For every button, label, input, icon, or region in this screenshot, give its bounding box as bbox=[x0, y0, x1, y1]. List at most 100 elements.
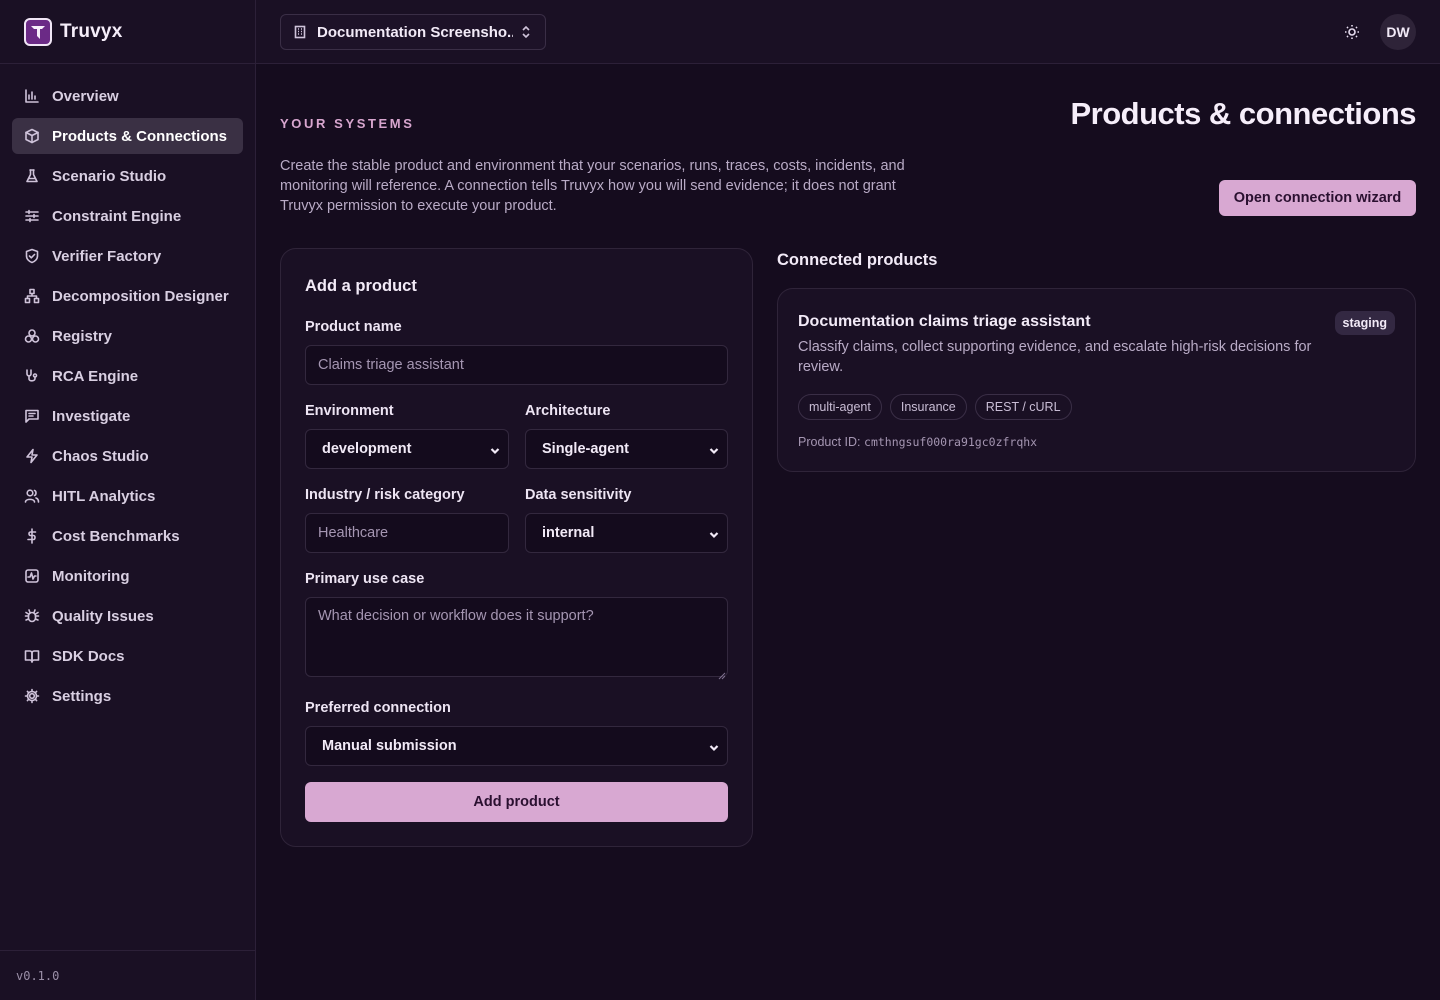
sidebar-item-label: Products & Connections bbox=[52, 127, 228, 145]
brand[interactable]: Truvyx bbox=[0, 0, 255, 64]
flask-icon bbox=[24, 168, 40, 184]
building-icon bbox=[294, 25, 306, 39]
dollar-icon bbox=[24, 528, 40, 544]
preferred-connection-value: Manual submission bbox=[322, 738, 457, 754]
book-icon bbox=[24, 648, 40, 664]
bug-icon bbox=[24, 608, 40, 624]
sidebar-item-label: Settings bbox=[52, 687, 112, 705]
sidebar-item-rca-engine[interactable]: RCA Engine bbox=[12, 358, 243, 394]
sidebar-item-label: Monitoring bbox=[52, 567, 130, 585]
boxes-icon bbox=[24, 328, 40, 344]
sidebar-item-products-connections[interactable]: Products & Connections bbox=[12, 118, 243, 154]
sidebar-item-verifier-factory[interactable]: Verifier Factory bbox=[12, 238, 243, 274]
environment-select[interactable]: development bbox=[305, 429, 509, 469]
product-description: Classify claims, collect supporting evid… bbox=[798, 339, 1312, 375]
chevron-up-down-icon bbox=[522, 25, 530, 39]
shield-check-icon bbox=[24, 248, 40, 264]
industry-input[interactable] bbox=[305, 513, 509, 553]
sidebar-item-hitl-analytics[interactable]: HITL Analytics bbox=[12, 478, 243, 514]
bar-chart-icon bbox=[24, 88, 40, 104]
workspace-name: Documentation Screensho... bbox=[317, 23, 513, 41]
environment-label: Environment bbox=[305, 403, 394, 419]
resize-grip-icon[interactable] bbox=[718, 667, 726, 680]
sidebar-item-decomposition-designer[interactable]: Decomposition Designer bbox=[12, 278, 243, 314]
primary-use-case-textarea[interactable] bbox=[305, 597, 728, 677]
chevron-down-icon bbox=[709, 528, 719, 539]
chevron-down-icon bbox=[709, 741, 719, 752]
chevron-down-icon bbox=[490, 444, 500, 455]
architecture-value: Single-agent bbox=[542, 441, 630, 457]
sidebar-item-label: Constraint Engine bbox=[52, 207, 182, 225]
sidebar-nav: Overview Products & Connections Scenario… bbox=[0, 64, 255, 714]
sidebar-item-label: Chaos Studio bbox=[52, 447, 149, 465]
sidebar-item-label: SDK Docs bbox=[52, 647, 125, 665]
product-id: Product ID: cmthngsuf000ra91gc0zfrqhx bbox=[798, 435, 1037, 449]
workspace-switcher[interactable]: Documentation Screensho... bbox=[280, 14, 546, 50]
product-name-input[interactable] bbox=[305, 345, 728, 385]
sidebar-item-quality-issues[interactable]: Quality Issues bbox=[12, 598, 243, 634]
sidebar-item-label: Verifier Factory bbox=[52, 247, 162, 265]
hierarchy-icon bbox=[24, 288, 40, 304]
data-sensitivity-select[interactable]: internal bbox=[525, 513, 728, 553]
page-title: Products & connections bbox=[1070, 96, 1416, 131]
sidebar-item-label: RCA Engine bbox=[52, 367, 139, 385]
sidebar-item-settings[interactable]: Settings bbox=[12, 678, 243, 714]
brand-name: Truvyx bbox=[60, 20, 123, 42]
truvyx-logo-icon bbox=[24, 17, 52, 46]
tag-industry: Insurance bbox=[889, 394, 967, 420]
sidebar-item-investigate[interactable]: Investigate bbox=[12, 398, 243, 434]
page-description: Create the stable product and environmen… bbox=[280, 158, 905, 214]
sidebar-item-registry[interactable]: Registry bbox=[12, 318, 243, 354]
data-sensitivity-value: internal bbox=[542, 525, 595, 541]
user-avatar[interactable]: DW bbox=[1380, 14, 1416, 50]
add-product-button[interactable]: Add product bbox=[305, 782, 728, 822]
message-icon bbox=[24, 408, 40, 424]
tag-connection: REST / cURL bbox=[974, 394, 1072, 420]
sidebar-item-overview[interactable]: Overview bbox=[12, 78, 243, 114]
data-sensitivity-label: Data sensitivity bbox=[525, 487, 632, 503]
sidebar-item-cost-benchmarks[interactable]: Cost Benchmarks bbox=[12, 518, 243, 554]
product-id-value: cmthngsuf000ra91gc0zfrqhx bbox=[864, 435, 1038, 449]
chevron-down-icon bbox=[709, 444, 719, 455]
top-bar: Documentation Screensho... DW bbox=[256, 0, 1440, 64]
activity-icon bbox=[24, 568, 40, 584]
sidebar-item-monitoring[interactable]: Monitoring bbox=[12, 558, 243, 594]
sidebar-item-constraint-engine[interactable]: Constraint Engine bbox=[12, 198, 243, 234]
sidebar-item-label: Quality Issues bbox=[52, 607, 154, 625]
theme-toggle-button[interactable] bbox=[1342, 22, 1362, 42]
sidebar-item-label: Overview bbox=[52, 87, 119, 105]
product-name: Documentation claims triage assistant bbox=[798, 313, 1091, 330]
open-connection-wizard-button[interactable]: Open connection wizard bbox=[1219, 180, 1416, 216]
primary-use-case-wrapper bbox=[305, 597, 728, 680]
environment-badge: staging bbox=[1334, 311, 1395, 335]
sidebar-item-label: Decomposition Designer bbox=[52, 287, 229, 305]
product-name-label: Product name bbox=[305, 319, 402, 335]
sidebar-item-scenario-studio[interactable]: Scenario Studio bbox=[12, 158, 243, 194]
sidebar-item-label: Registry bbox=[52, 327, 113, 345]
app-version: v0.1.0 bbox=[0, 950, 255, 1000]
product-card[interactable]: Documentation claims triage assistant st… bbox=[777, 288, 1416, 472]
sidebar-item-label: Investigate bbox=[52, 407, 131, 425]
form-heading: Add a product bbox=[305, 277, 417, 295]
sidebar-item-label: Cost Benchmarks bbox=[52, 527, 180, 545]
cube-icon bbox=[24, 128, 40, 144]
add-product-form: Add a product Product name Environment d… bbox=[280, 248, 753, 847]
preferred-connection-select[interactable]: Manual submission bbox=[305, 726, 728, 766]
section-eyebrow: YOUR SYSTEMS bbox=[280, 116, 415, 131]
preferred-connection-label: Preferred connection bbox=[305, 700, 451, 716]
stethoscope-icon bbox=[24, 368, 40, 384]
sidebar-item-chaos-studio[interactable]: Chaos Studio bbox=[12, 438, 243, 474]
gear-icon bbox=[24, 688, 40, 704]
sliders-icon bbox=[24, 208, 40, 224]
primary-use-case-label: Primary use case bbox=[305, 571, 425, 587]
product-id-label: Product ID: bbox=[798, 435, 861, 449]
sun-icon bbox=[1345, 25, 1359, 39]
sidebar-item-label: Scenario Studio bbox=[52, 167, 167, 185]
sidebar-item-sdk-docs[interactable]: SDK Docs bbox=[12, 638, 243, 674]
users-icon bbox=[24, 488, 40, 504]
tag-architecture: multi-agent bbox=[798, 394, 882, 420]
architecture-label: Architecture bbox=[525, 403, 611, 419]
architecture-select[interactable]: Single-agent bbox=[525, 429, 728, 469]
product-tags: multi-agent Insurance REST / cURL bbox=[798, 394, 1072, 420]
industry-label: Industry / risk category bbox=[305, 487, 465, 503]
